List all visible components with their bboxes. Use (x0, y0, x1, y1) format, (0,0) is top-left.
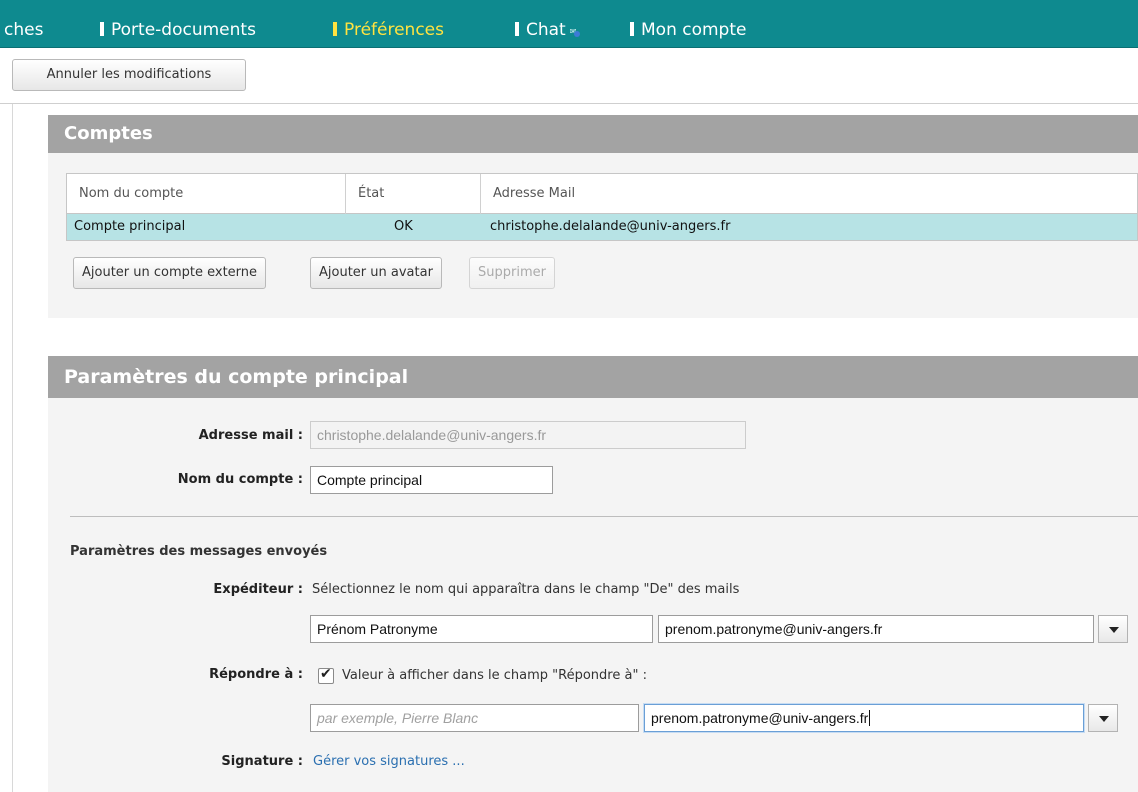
manage-signatures-link[interactable]: Gérer vos signatures ... (313, 754, 465, 769)
nav-item-label: Porte-documents (111, 20, 256, 40)
signature-label: Signature : (221, 754, 303, 769)
chat-status-icon: ✉ (570, 27, 581, 37)
reply-to-name-field[interactable]: par exemple, Pierre Blanc (310, 704, 639, 732)
section-divider (70, 516, 1138, 517)
column-header-email[interactable]: Adresse Mail (480, 174, 1137, 214)
sender-email-field[interactable]: prenom.patronyme@univ-angers.fr (658, 615, 1094, 643)
cell-email: christophe.delalande@univ-angers.fr (490, 219, 731, 234)
sender-hint: Sélectionnez le nom qui apparaîtra dans … (312, 582, 740, 597)
delete-account-button[interactable]: Supprimer (469, 257, 555, 289)
email-field: christophe.delalande@univ-angers.fr (310, 421, 746, 449)
cancel-changes-button[interactable]: Annuler les modifications (12, 59, 246, 91)
nav-item-label: Chat (526, 20, 566, 40)
nav-bullet-icon (630, 22, 634, 36)
nav-bullet-icon (100, 22, 104, 36)
left-gutter (0, 104, 13, 792)
sender-email-dropdown-button[interactable] (1098, 615, 1128, 643)
nav-item-mon-compte[interactable]: Mon compte (630, 20, 746, 40)
text-caret (869, 710, 871, 726)
chevron-down-icon (1099, 716, 1109, 722)
reply-to-email-dropdown-button[interactable] (1088, 704, 1118, 732)
nav-item-recherches[interactable]: ches (4, 20, 43, 40)
nav-item-chat[interactable]: Chat ✉ (515, 20, 581, 40)
nav-item-label: ches (4, 20, 44, 40)
add-external-account-button[interactable]: Ajouter un compte externe (73, 257, 267, 289)
nav-item-label: Mon compte (641, 20, 747, 40)
cell-account-name: Compte principal (74, 219, 186, 234)
nav-item-preferences[interactable]: Préférences (333, 20, 444, 40)
nav-item-porte-documents[interactable]: Porte-documents (100, 20, 256, 40)
sender-name-field[interactable]: Prénom Patronyme (310, 615, 653, 643)
chevron-down-icon (1109, 627, 1119, 633)
sender-label: Expéditeur : (213, 582, 303, 597)
table-header: Nom du compte État Adresse Mail (67, 174, 1137, 214)
cell-state: OK (394, 219, 413, 234)
checkmark-icon: ✔ (320, 666, 332, 682)
accounts-table: Nom du compte État Adresse Mail Compte p… (66, 173, 1138, 241)
account-name-field[interactable]: Compte principal (310, 466, 553, 494)
toolbar: Annuler les modifications (0, 48, 1138, 104)
reply-to-email-field[interactable]: prenom.patronyme@univ-angers.fr (644, 704, 1084, 732)
column-header-state[interactable]: État (345, 174, 480, 214)
nav-bullet-icon (515, 22, 519, 36)
chat-presence-icon (574, 31, 581, 37)
settings-panel-title: Paramètres du compte principal (48, 356, 1138, 398)
reply-to-label: Répondre à : (209, 667, 303, 682)
nav-item-label: Préférences (344, 20, 444, 40)
nav-bullet-icon (333, 22, 337, 36)
email-label: Adresse mail : (198, 428, 303, 443)
add-avatar-button[interactable]: Ajouter un avatar (310, 257, 442, 289)
account-name-label: Nom du compte : (177, 472, 303, 487)
reply-to-hint: Valeur à afficher dans le champ "Répondr… (342, 668, 647, 683)
reply-to-checkbox[interactable]: ✔ (318, 666, 334, 684)
sent-messages-section-title: Paramètres des messages envoyés (70, 544, 328, 559)
accounts-panel-title: Comptes (48, 115, 1138, 153)
column-header-account-name[interactable]: Nom du compte (67, 174, 345, 214)
top-nav: ches Porte-documents Préférences Chat ✉ M… (0, 0, 1138, 48)
reply-to-email-value: prenom.patronyme@univ-angers.fr (651, 710, 869, 726)
table-row[interactable]: Compte principal OK christophe.delalande… (67, 214, 1137, 240)
